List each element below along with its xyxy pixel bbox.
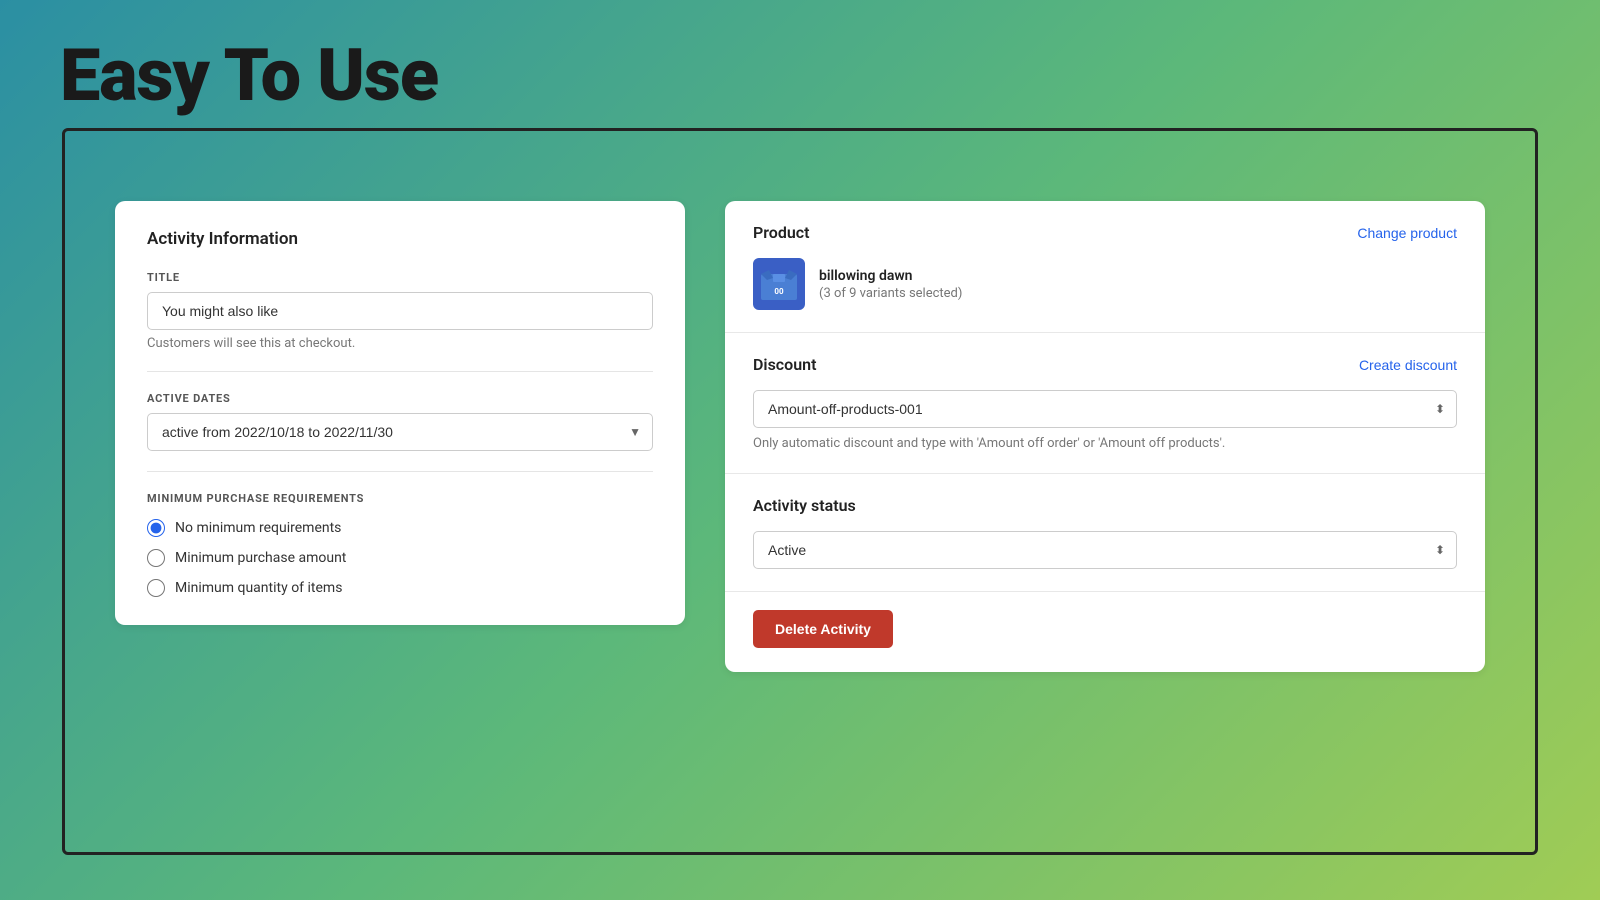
radio-no-min[interactable]: No minimum requirements: [147, 519, 653, 537]
product-name: billowing dawn: [819, 268, 962, 284]
product-image: 00: [753, 258, 805, 310]
discount-select-wrapper: Amount-off-products-001 ⬍: [753, 390, 1457, 428]
radio-no-min-input[interactable]: [147, 519, 165, 537]
active-dates-select[interactable]: active from 2022/10/18 to 2022/11/30: [147, 413, 653, 451]
discount-section: Discount Create discount Amount-off-prod…: [725, 333, 1485, 474]
change-product-button[interactable]: Change product: [1357, 225, 1457, 241]
main-frame: Activity Information TITLE Customers wil…: [62, 128, 1538, 855]
status-header: Activity status: [753, 496, 1457, 515]
radio-min-amount-input[interactable]: [147, 549, 165, 567]
product-header: Product Change product: [753, 223, 1457, 242]
discount-hint: Only automatic discount and type with 'A…: [753, 436, 1457, 451]
product-section: Product Change product 00: [725, 201, 1485, 333]
product-variants: (3 of 9 variants selected): [819, 286, 962, 301]
title-hint: Customers will see this at checkout.: [147, 336, 653, 351]
radio-min-qty[interactable]: Minimum quantity of items: [147, 579, 653, 597]
status-select[interactable]: Active Inactive: [753, 531, 1457, 569]
right-card: Product Change product 00: [725, 201, 1485, 672]
discount-section-title: Discount: [753, 355, 816, 374]
left-card: Activity Information TITLE Customers wil…: [115, 201, 685, 625]
min-purchase-label: MINIMUM PURCHASE REQUIREMENTS: [147, 492, 653, 505]
discount-header: Discount Create discount: [753, 355, 1457, 374]
min-purchase-section: MINIMUM PURCHASE REQUIREMENTS No minimum…: [147, 492, 653, 597]
radio-min-amount[interactable]: Minimum purchase amount: [147, 549, 653, 567]
active-dates-group: ACTIVE DATES active from 2022/10/18 to 2…: [147, 392, 653, 451]
product-info: billowing dawn (3 of 9 variants selected…: [819, 268, 962, 301]
divider-1: [147, 371, 653, 372]
create-discount-button[interactable]: Create discount: [1359, 357, 1457, 373]
active-dates-wrapper: active from 2022/10/18 to 2022/11/30 ▼: [147, 413, 653, 451]
radio-min-amount-label: Minimum purchase amount: [175, 550, 346, 566]
delete-activity-button[interactable]: Delete Activity: [753, 610, 893, 648]
page-title: Easy To Use: [60, 33, 438, 118]
divider-2: [147, 471, 653, 472]
content-area: Activity Information TITLE Customers wil…: [65, 171, 1535, 852]
active-dates-label: ACTIVE DATES: [147, 392, 653, 405]
title-field-group: TITLE Customers will see this at checkou…: [147, 271, 653, 351]
svg-text:00: 00: [774, 287, 784, 296]
status-section: Activity status Active Inactive ⬍: [725, 474, 1485, 592]
radio-no-min-label: No minimum requirements: [175, 520, 341, 536]
discount-select[interactable]: Amount-off-products-001: [753, 390, 1457, 428]
status-select-wrapper: Active Inactive ⬍: [753, 531, 1457, 569]
radio-group: No minimum requirements Minimum purchase…: [147, 519, 653, 597]
delete-area: Delete Activity: [725, 592, 1485, 672]
title-field-label: TITLE: [147, 271, 653, 284]
product-row: 00 billowing dawn (3 of 9 variants selec…: [753, 258, 1457, 310]
radio-min-qty-input[interactable]: [147, 579, 165, 597]
product-section-title: Product: [753, 223, 810, 242]
radio-min-qty-label: Minimum quantity of items: [175, 580, 342, 596]
title-input[interactable]: [147, 292, 653, 330]
activity-info-title: Activity Information: [147, 229, 653, 249]
status-section-title: Activity status: [753, 496, 856, 515]
